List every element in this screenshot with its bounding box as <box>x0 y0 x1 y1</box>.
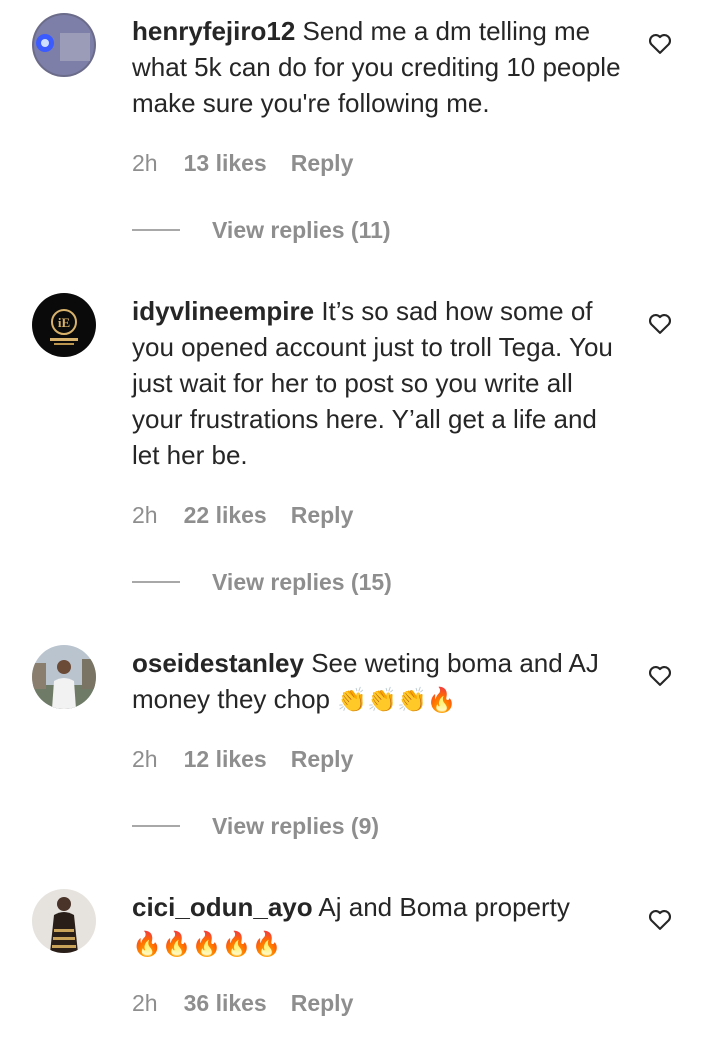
comment-meta: 2h 13 likes Reply <box>132 148 353 178</box>
avatar[interactable] <box>32 13 96 77</box>
comment-body: idyvlineempire It’s so sad how some of y… <box>132 293 622 473</box>
view-replies-label: View replies (9) <box>212 812 380 839</box>
comment-username[interactable]: oseidestanley <box>132 648 304 678</box>
heart-icon[interactable] <box>646 905 674 933</box>
avatar[interactable] <box>32 889 96 953</box>
comment-time: 2h <box>132 149 158 176</box>
comment-meta: 2h 36 likes Reply <box>132 988 353 1018</box>
comment-meta: 2h 12 likes Reply <box>132 744 353 774</box>
comment-text: Aj and Boma property <box>318 892 570 922</box>
comment-body: oseidestanley See weting boma and AJ mon… <box>132 645 622 718</box>
heart-icon[interactable] <box>646 309 674 337</box>
heart-icon[interactable] <box>646 661 674 689</box>
comment-body: henryfejiro12 Send me a dm telling me wh… <box>132 13 622 121</box>
reply-button[interactable]: Reply <box>291 990 354 1017</box>
view-replies-label: View replies (11) <box>212 216 391 243</box>
avatar[interactable] <box>32 645 96 709</box>
comment-time: 2h <box>132 989 158 1016</box>
divider-line <box>132 229 180 231</box>
comment-time: 2h <box>132 745 158 772</box>
view-replies-button[interactable]: View replies (9) <box>132 811 379 841</box>
view-replies-button[interactable]: View replies (15) <box>132 567 392 597</box>
reply-button[interactable]: Reply <box>291 502 354 529</box>
comment-likes[interactable]: 22 likes <box>184 502 267 529</box>
svg-text:iE: iE <box>58 315 70 330</box>
comment-username[interactable]: cici_odun_ayo <box>132 892 313 922</box>
comment-likes[interactable]: 13 likes <box>184 150 267 177</box>
divider-line <box>132 825 180 827</box>
comment-meta: 2h 22 likes Reply <box>132 500 353 530</box>
reply-button[interactable]: Reply <box>291 150 354 177</box>
comment-likes[interactable]: 36 likes <box>184 990 267 1017</box>
comment-likes[interactable]: 12 likes <box>184 746 267 773</box>
comment-body: cici_odun_ayo Aj and Boma property 🔥🔥🔥🔥🔥 <box>132 889 622 962</box>
view-replies-button[interactable]: View replies (11) <box>132 215 391 245</box>
heart-icon[interactable] <box>646 29 674 57</box>
comment-emojis: 👏👏👏🔥 <box>337 686 457 714</box>
view-replies-label: View replies (15) <box>212 568 392 595</box>
comment-username[interactable]: idyvlineempire <box>132 296 314 326</box>
divider-line <box>132 581 180 583</box>
comment-emojis: 🔥🔥🔥🔥🔥 <box>132 930 282 958</box>
comment-username[interactable]: henryfejiro12 <box>132 16 295 46</box>
comment-time: 2h <box>132 501 158 528</box>
reply-button[interactable]: Reply <box>291 746 354 773</box>
avatar[interactable]: iE <box>32 293 96 357</box>
